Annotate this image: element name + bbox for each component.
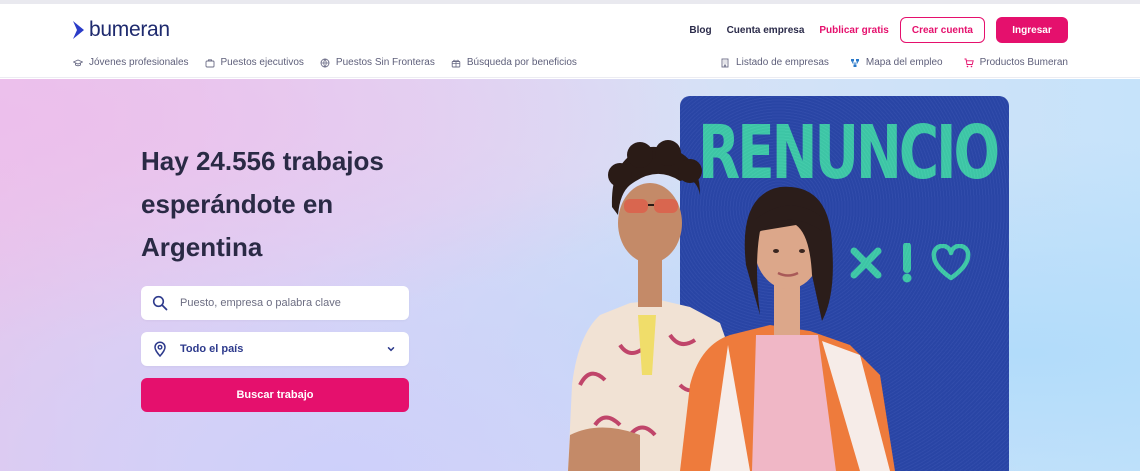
- secondary-nav-right: Listado de empresas Mapa del empleo Prod…: [699, 57, 1068, 68]
- bumeran-logo[interactable]: bumeran: [72, 18, 170, 42]
- blog-link[interactable]: Blog: [689, 25, 711, 36]
- hero-headline: Hay 24.556 trabajos esperándote en Argen…: [141, 140, 441, 269]
- secondary-nav-left: Jóvenes profesionales Puestos ejecutivos…: [73, 57, 593, 68]
- buscar-trabajo-button[interactable]: Buscar trabajo: [141, 378, 409, 412]
- hero-people-photo: [568, 140, 895, 471]
- subnav-puestos-sin-fronteras[interactable]: Puestos Sin Fronteras: [320, 57, 435, 68]
- globe-icon: [320, 58, 330, 68]
- subnav-busqueda-por-beneficios[interactable]: Búsqueda por beneficios: [451, 57, 577, 68]
- headline-mid: trabajos: [282, 146, 384, 176]
- subnav-label: Mapa del empleo: [865, 57, 943, 68]
- search-placeholder: Puesto, empresa o palabra clave: [180, 297, 341, 309]
- subnav-label: Jóvenes profesionales: [89, 57, 189, 68]
- logo-chevron-icon: [73, 21, 84, 39]
- subnav-listado-de-empresas[interactable]: Listado de empresas: [720, 57, 829, 68]
- cuenta-empresa-link[interactable]: Cuenta empresa: [727, 25, 805, 36]
- location-select[interactable]: Todo el país: [141, 332, 409, 366]
- top-navigation: Blog Cuenta empresa Publicar gratis Crea…: [674, 17, 1068, 43]
- map-tree-icon: [850, 58, 859, 67]
- job-count: 24.556: [195, 146, 276, 176]
- search-icon: [152, 295, 168, 311]
- headline-prefix: Hay: [141, 146, 189, 176]
- subnav-mapa-del-empleo[interactable]: Mapa del empleo: [850, 57, 943, 68]
- subnav-label: Productos Bumeran: [979, 57, 1068, 68]
- subnav-productos-bumeran[interactable]: Productos Bumeran: [964, 57, 1068, 68]
- headline-line-3: Argentina: [141, 232, 263, 262]
- hero-section: Hay 24.556 trabajos esperándote en Argen…: [0, 79, 1140, 471]
- location-pin-icon: [154, 341, 166, 357]
- graduation-cap-icon: [73, 59, 83, 66]
- subnav-label: Búsqueda por beneficios: [466, 57, 577, 68]
- site-header: bumeran Blog Cuenta empresa Publicar gra…: [0, 4, 1140, 78]
- subnav-label: Listado de empresas: [736, 57, 829, 68]
- crear-cuenta-button[interactable]: Crear cuenta: [899, 17, 985, 43]
- chevron-down-icon: [387, 347, 395, 352]
- subnav-label: Puestos ejecutivos: [220, 57, 304, 68]
- subnav-jovenes-profesionales[interactable]: Jóvenes profesionales: [73, 57, 189, 68]
- location-value: Todo el país: [180, 343, 244, 355]
- gift-icon: [451, 59, 461, 67]
- heart-icon: [931, 244, 971, 281]
- ingresar-button[interactable]: Ingresar: [996, 17, 1068, 43]
- subnav-puestos-ejecutivos[interactable]: Puestos ejecutivos: [205, 57, 304, 68]
- subnav-label: Puestos Sin Fronteras: [335, 57, 435, 68]
- building-icon: [721, 58, 729, 67]
- cart-icon: [964, 58, 974, 67]
- search-input[interactable]: Puesto, empresa o palabra clave: [141, 286, 409, 320]
- logo-wordmark: bumeran: [89, 18, 170, 41]
- briefcase-icon: [205, 58, 214, 67]
- publicar-gratis-link[interactable]: Publicar gratis: [819, 25, 888, 36]
- headline-line-2: esperándote en: [141, 189, 334, 219]
